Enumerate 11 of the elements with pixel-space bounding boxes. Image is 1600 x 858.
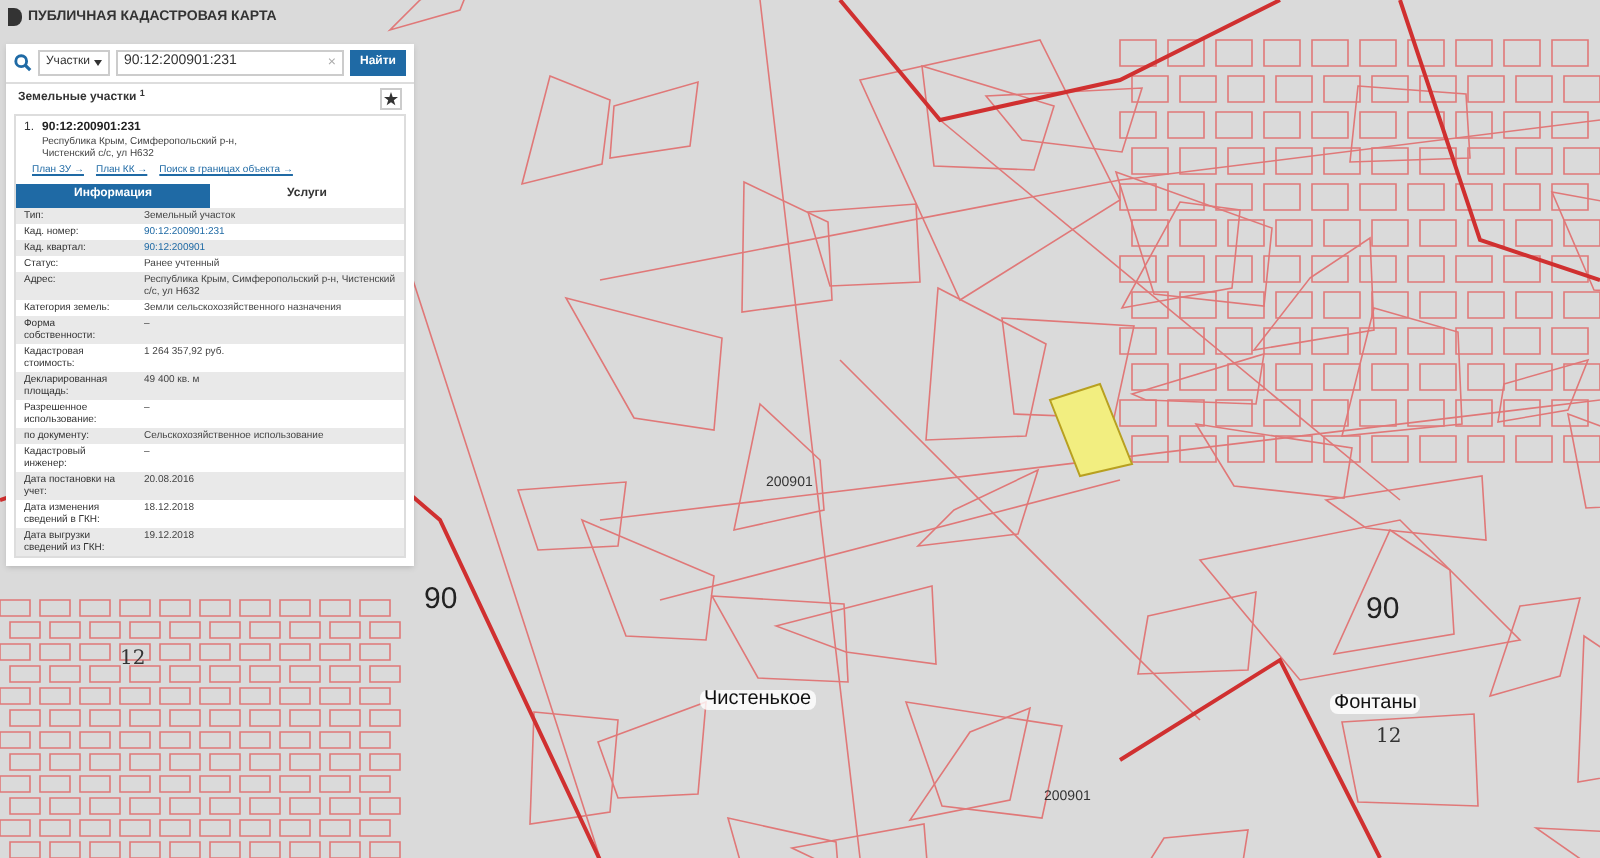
map-label: 90 [424, 584, 458, 614]
caret-icon [94, 60, 102, 66]
map-label: Фонтаны [1330, 694, 1421, 714]
map-label: Чистенькое [700, 690, 816, 710]
star-icon [384, 92, 398, 106]
search-icon [14, 54, 32, 72]
favorite-star-button[interactable] [380, 88, 402, 110]
map-label: 12 [120, 650, 146, 670]
map-label: 12 [1376, 728, 1402, 748]
map-label: 90 [1366, 594, 1400, 624]
logo-icon [8, 8, 22, 26]
